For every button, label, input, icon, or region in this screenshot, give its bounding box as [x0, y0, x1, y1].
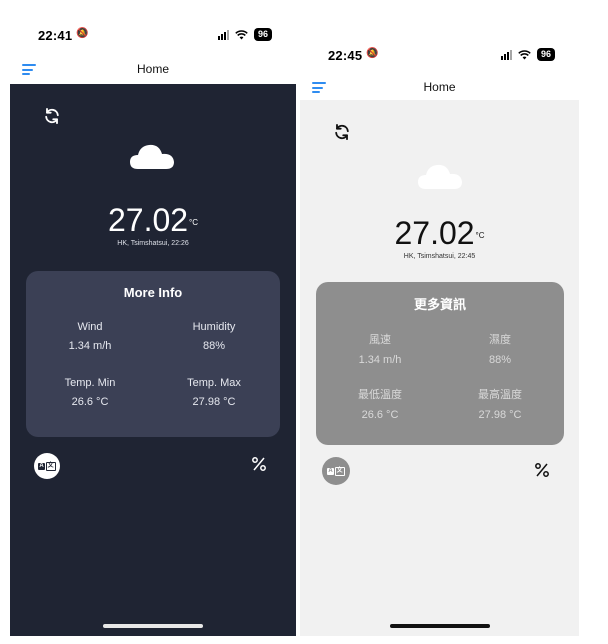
page-title: Home	[136, 62, 169, 76]
wind-value: 1.34 m/h	[358, 354, 402, 366]
more-info-card: More Info Wind 1.34 m/h Humidity 88% Tem…	[26, 271, 280, 437]
location-timestamp: HK, Tsimshatsui, 22:45	[403, 253, 476, 260]
temp-max-value: 27.98 °C	[192, 396, 236, 408]
temp-min-cell: 最低溫度 26.6 °C	[320, 386, 440, 421]
wind-label: 風速	[369, 334, 391, 346]
more-info-title: More Info	[123, 285, 183, 300]
temperature-value: 27.02	[107, 202, 189, 238]
temp-max-value: 27.98 °C	[478, 409, 522, 421]
humidity-cell: Humidity 88%	[154, 321, 274, 352]
cellular-signal-icon	[217, 29, 229, 40]
more-info-title: 更多資訊	[413, 297, 466, 312]
temperature-display: 27.02°C	[300, 215, 579, 252]
status-indicators: 96	[500, 48, 555, 61]
temperature-display: 27.02°C	[10, 202, 296, 239]
translate-icon[interactable]: A文	[34, 453, 60, 479]
unit-toggle-icon[interactable]	[534, 462, 550, 478]
weather-content: 27.02°C HK, Tsimshatsui, 22:45 更多資訊 風速 1…	[300, 100, 579, 636]
humidity-value: 88%	[488, 354, 512, 366]
temp-min-value: 26.6 °C	[361, 409, 399, 421]
cloud-icon	[418, 164, 462, 189]
phone-screen-light: 22:45 🔕 96 Home 27.02°C HK, Tsimshatsui,…	[300, 40, 579, 636]
unit-toggle-icon[interactable]	[251, 456, 267, 472]
temp-max-label: 最高溫度	[478, 389, 522, 401]
wind-value: 1.34 m/h	[68, 340, 112, 352]
cloud-icon	[130, 144, 174, 169]
silent-bell-icon: 🔕	[366, 48, 379, 59]
refresh-icon[interactable]	[332, 122, 352, 142]
temp-min-cell: Temp. Min 26.6 °C	[30, 377, 150, 408]
status-indicators: 96	[217, 28, 272, 41]
status-bar: 22:45 🔕 96	[300, 40, 579, 68]
wind-cell: Wind 1.34 m/h	[30, 321, 150, 352]
temperature-unit: °C	[189, 218, 199, 227]
humidity-cell: 濕度 88%	[440, 331, 560, 366]
status-time: 22:45	[328, 48, 363, 63]
status-bar: 22:41 🔕 96	[10, 20, 296, 48]
wind-label: Wind	[77, 321, 103, 333]
temp-max-label: Temp. Max	[187, 377, 241, 389]
temp-max-cell: 最高溫度 27.98 °C	[440, 386, 560, 421]
wifi-icon	[518, 49, 531, 59]
app-bar: Home	[300, 72, 579, 102]
cellular-signal-icon	[500, 49, 512, 60]
weather-content: 27.02°C HK, Tsimshatsui, 22:26 More Info…	[10, 84, 296, 636]
page-title: Home	[423, 80, 456, 94]
wind-cell: 風速 1.34 m/h	[320, 331, 440, 366]
silent-bell-icon: 🔕	[76, 28, 89, 39]
home-indicator	[390, 624, 490, 628]
temp-min-value: 26.6 °C	[71, 396, 109, 408]
temperature-unit: °C	[475, 231, 485, 240]
app-bar: Home	[10, 54, 296, 84]
location-timestamp: HK, Tsimshatsui, 22:26	[117, 240, 189, 247]
temp-min-label: Temp. Min	[64, 377, 116, 389]
more-info-card: 更多資訊 風速 1.34 m/h 濕度 88% 最低溫度 26.6 °C 最高溫…	[316, 282, 564, 445]
battery-icon: 96	[253, 28, 272, 41]
temp-min-label: 最低溫度	[358, 389, 402, 401]
wifi-icon	[235, 29, 248, 39]
status-time: 22:41	[38, 28, 73, 43]
refresh-icon[interactable]	[42, 106, 62, 126]
battery-icon: 96	[536, 48, 555, 61]
temp-max-cell: Temp. Max 27.98 °C	[154, 377, 274, 408]
humidity-label: 濕度	[489, 334, 511, 346]
translate-icon[interactable]: A文	[322, 457, 350, 485]
phone-screen-dark: 22:41 🔕 96 Home 27.02°C HK, Tsimshatsui,…	[10, 20, 296, 636]
home-indicator	[103, 624, 203, 628]
humidity-label: Humidity	[192, 321, 236, 333]
screenshot-stage: 22:41 🔕 96 Home 27.02°C HK, Tsimshatsui,…	[0, 0, 608, 644]
humidity-value: 88%	[202, 340, 226, 352]
temperature-value: 27.02	[394, 215, 475, 251]
